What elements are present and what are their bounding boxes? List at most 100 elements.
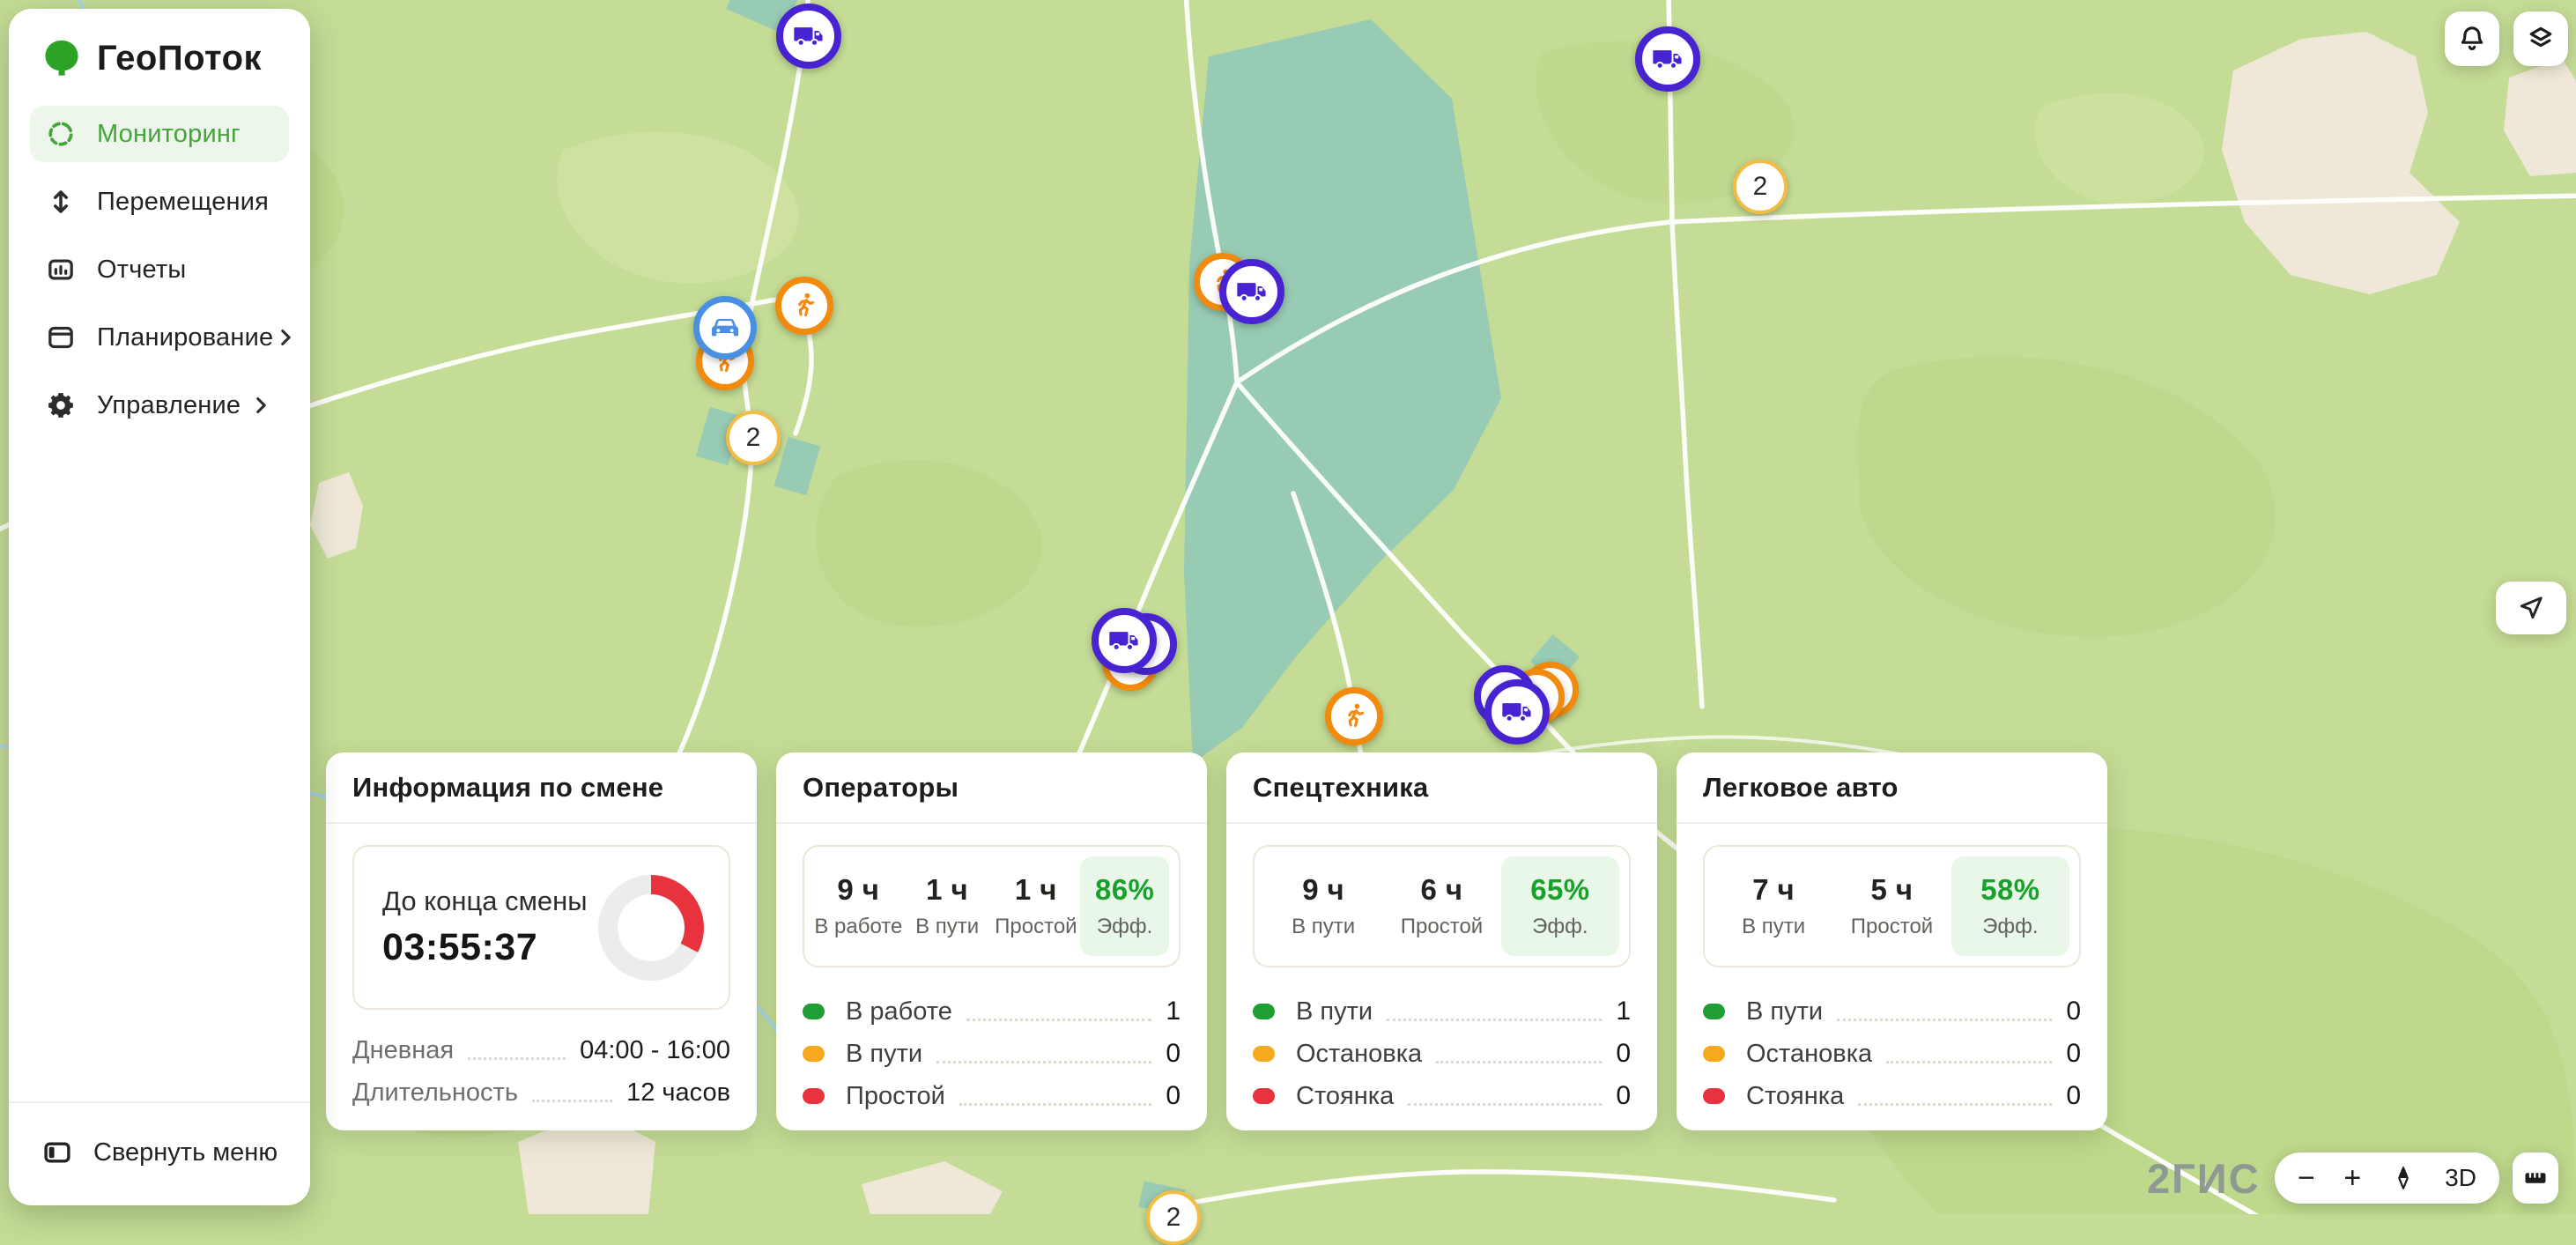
zoom-out-button[interactable]: − [2298,1163,2315,1193]
stats-box: 7 чВ пути5 чПростой58%Эфф. [1703,845,2081,967]
legend-label: В пути [846,1040,922,1069]
legend-row: В работе1 [803,990,1181,1033]
legend-count: 0 [1166,1039,1181,1069]
group-card: Операторы9 чВ работе1 чВ пути1 чПростой8… [776,752,1207,1130]
stat-value: 58% [1980,873,2039,907]
stat: 9 чВ пути [1264,856,1382,956]
group-card: Легковое авто7 чВ пути5 чПростой58%Эфф.В… [1677,752,2107,1130]
sidebar-item-label: Отчеты [97,256,186,285]
stats-box: 9 чВ пути6 чПростой 65% Эфф. [1253,845,1631,967]
locate-button[interactable] [2496,582,2566,634]
status-legend: В работе1 В пути 0 Простой 0 [803,990,1181,1117]
bottom-cards: Информация по смене До конца смены 03:55… [326,752,2107,1130]
status-dot [1253,1088,1275,1104]
person-icon [1338,700,1370,732]
status-dot [1703,1046,1725,1062]
map-marker-person[interactable] [1325,687,1383,745]
map-marker-truck[interactable] [776,4,841,69]
ruler-button[interactable] [2513,1152,2558,1204]
legend-count: 0 [1616,1039,1631,1069]
stat: 7 чВ пути [1714,856,1832,956]
map-layers-button[interactable] [2513,11,2568,66]
zoom-in-button[interactable]: + [2343,1163,2361,1193]
reports-icon [46,255,76,285]
sidebar-item-label: Управление [97,391,241,420]
shift-donut-chart [598,875,704,981]
stat-label: Эфф. [1097,915,1152,939]
legend-count: 0 [2066,997,2081,1026]
card-header: Операторы [776,752,1207,824]
legend-row: Остановка 0 [1253,1033,1631,1075]
truck-icon [1650,41,1685,77]
shift-row: Дневная 04:00 - 16:00 [352,1029,730,1071]
truck-icon [1234,274,1269,309]
map-marker-badge[interactable]: 2 [1146,1190,1201,1245]
stat: 9 чВ работе [814,856,903,956]
cluster-count: 2 [746,423,761,453]
sidebar-item-label: Планирование [97,323,273,352]
sidebar-item-мониторинг[interactable]: Мониторинг [30,106,289,162]
map-attribution-logo: 2ГИС [2147,1154,2261,1203]
shift-info-card: Информация по смене До конца смены 03:55… [326,752,757,1130]
map-marker-badge[interactable]: 2 [726,411,781,465]
map-marker-truck[interactable] [1092,608,1157,673]
stat-label: Простой [1851,915,1933,939]
card-title: Информация по смене [352,772,663,804]
notifications-button[interactable] [2445,11,2499,66]
status-dot [803,1004,825,1019]
collapse-menu-button[interactable]: Свернуть меню [9,1101,310,1205]
sidebar-item-отчеты[interactable]: Отчеты [30,241,289,298]
shift-row-label: Дневная [352,1036,454,1065]
stat-label: Эфф. [1982,915,2038,939]
map-marker-badge[interactable]: 2 [1733,159,1788,214]
stat-value: 7 ч [1752,873,1795,907]
truck-icon [791,19,826,54]
legend-label: В пути [1746,997,1823,1026]
legend-label: В пути [1296,997,1373,1026]
legend-count: 1 [1166,997,1181,1026]
stat-value: 6 ч [1421,873,1463,907]
map-marker-car[interactable] [693,296,757,359]
sidebar-item-label: Перемещения [97,188,269,217]
card-header: Спецтехника [1226,752,1657,824]
stat-value: 1 ч [1015,873,1057,907]
sidebar-item-планирование[interactable]: Планирование [30,309,289,366]
legend-label: Стоянка [1746,1082,1844,1111]
cluster-count: 2 [1166,1203,1181,1233]
legend-count: 1 [1616,997,1631,1026]
stat: 6 чПростой [1382,856,1500,956]
legend-label: Остановка [1296,1040,1422,1069]
legend-label: Простой [846,1082,945,1111]
layers-icon [2526,24,2556,54]
map-marker-truck[interactable] [1635,26,1700,92]
monitoring-icon [46,119,76,149]
stat-value: 65% [1530,873,1589,907]
shift-row: Длительность12 часов [352,1071,730,1114]
map-marker-truck[interactable] [1484,679,1550,745]
3d-mode-button[interactable]: 3D [2445,1164,2476,1192]
stat-label: Эфф. [1532,915,1588,939]
shift-row-value: 04:00 - 16:00 [580,1036,730,1065]
stat: 1 чВ пути [903,856,992,956]
shift-row-label: Длительность [352,1078,518,1108]
map-marker-truck[interactable] [1219,259,1284,324]
collapse-panel-icon [42,1138,72,1167]
compass-button[interactable] [2390,1165,2417,1191]
legend-count: 0 [1166,1081,1181,1111]
stat-value: 1 ч [926,873,968,907]
sidebar-item-перемещения[interactable]: Перемещения [30,174,289,230]
sidebar-item-управление[interactable]: Управление [30,377,289,434]
map-marker-person[interactable] [775,277,833,335]
card-header: Легковое авто [1677,752,2107,824]
chevron-right-icon [248,393,273,418]
card-title: Спецтехника [1253,772,1428,804]
stat-efficiency: 58% Эфф. [1951,856,2069,956]
ruler-icon [2522,1165,2549,1191]
shift-countdown-box: До конца смены 03:55:37 [352,845,730,1010]
stat-label: Простой [995,915,1077,939]
collapse-menu-label: Свернуть меню [93,1138,278,1167]
legend-row: В пути 0 [803,1033,1181,1075]
status-legend: В пути1Остановка0Стоянка0 [1253,990,1631,1117]
truck-icon [1107,623,1142,658]
legend-row: Остановка0 [1703,1033,2081,1075]
